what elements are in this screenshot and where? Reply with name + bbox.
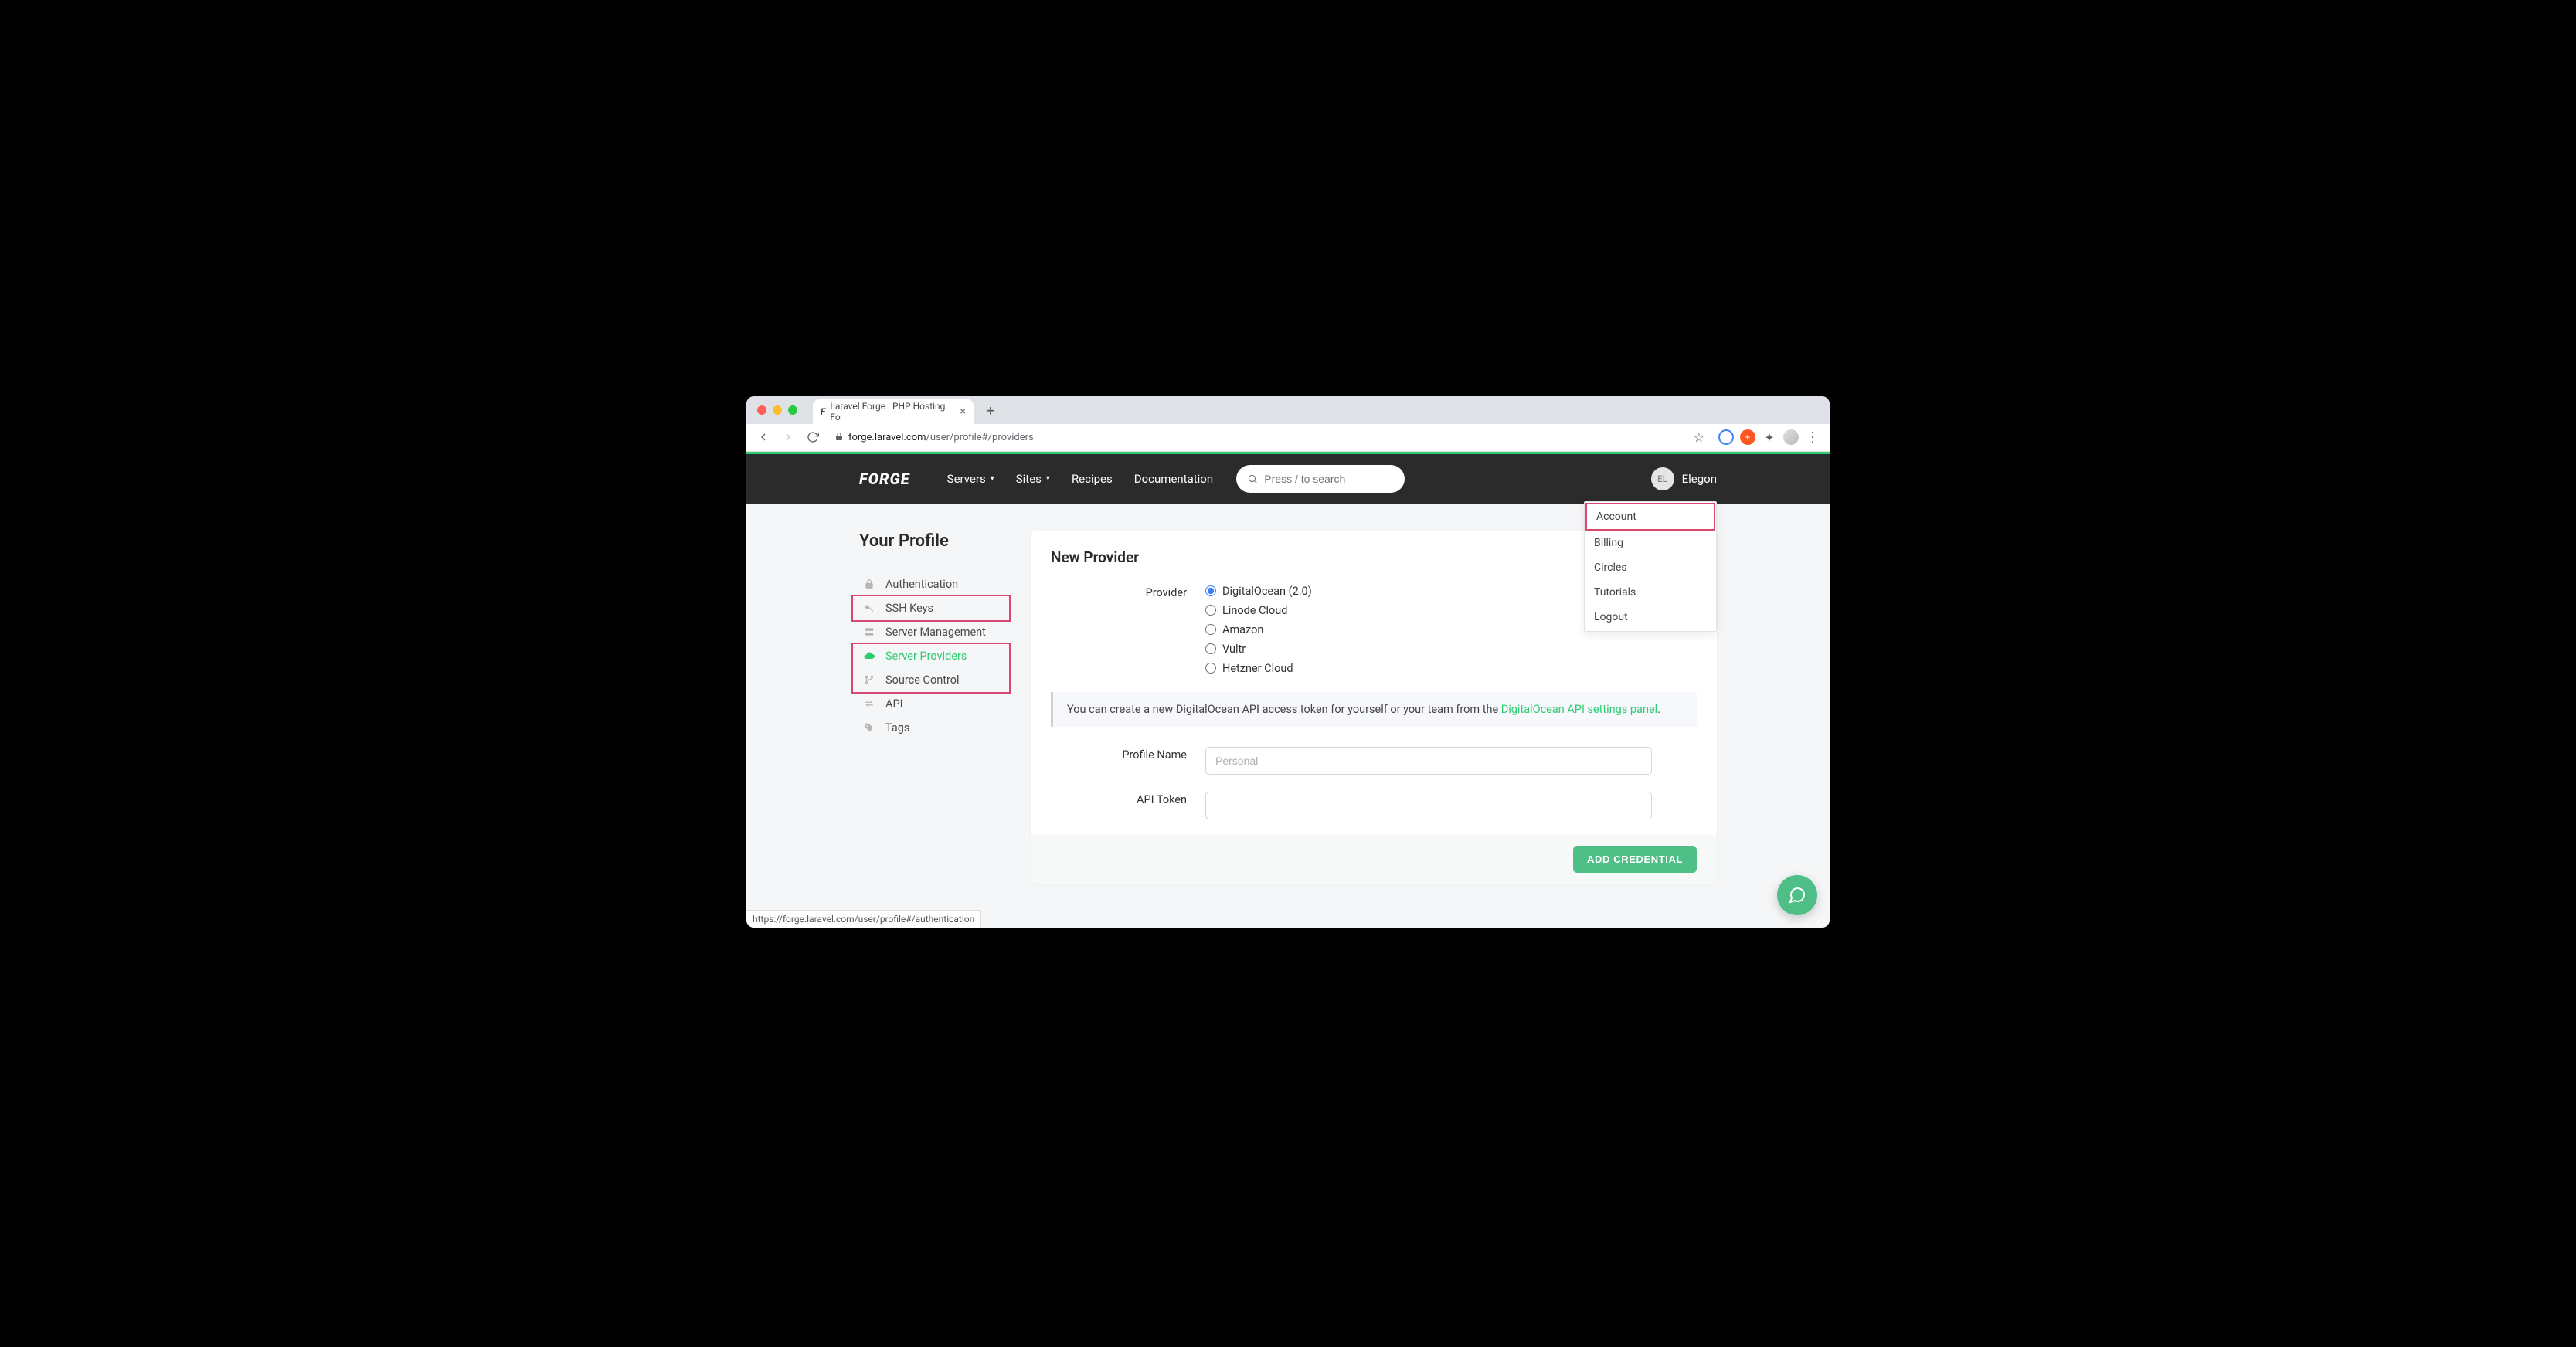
sidebar-item-label: API	[885, 697, 903, 711]
tab-close-icon[interactable]: ×	[960, 405, 966, 418]
extension-icons: + ✦ ⋮	[1715, 429, 1823, 445]
url-path: /user/profile#/providers	[926, 432, 1034, 443]
sidebar-item-label: Tags	[885, 721, 909, 735]
address-bar[interactable]: forge.laravel.com/user/profile#/provider…	[827, 426, 1712, 448]
new-tab-button[interactable]: +	[980, 401, 1001, 422]
radio-input[interactable]	[1205, 585, 1216, 596]
search-input[interactable]	[1264, 473, 1394, 485]
api-token-label: API Token	[1051, 792, 1205, 806]
hint-link[interactable]: DigitalOcean API settings panel	[1501, 703, 1657, 716]
chat-icon	[1788, 886, 1806, 904]
tag-icon	[862, 722, 876, 733]
status-bar-url: https://forge.laravel.com/user/profile#/…	[746, 910, 981, 928]
browser-window: F Laravel Forge | PHP Hosting Fo × + for…	[746, 396, 1830, 928]
browser-tab[interactable]: F Laravel Forge | PHP Hosting Fo ×	[813, 399, 974, 424]
user-dropdown: Account Billing Circles Tutorials Logout	[1584, 501, 1717, 632]
user-menu[interactable]: EL Elegon Account Billing Circles Tutori…	[1651, 467, 1717, 490]
profile-name-label: Profile Name	[1051, 747, 1205, 762]
arrows-icon	[862, 698, 876, 709]
back-button[interactable]	[753, 426, 774, 448]
sidebar-item-label: Server Management	[885, 626, 986, 639]
dropdown-logout[interactable]: Logout	[1585, 605, 1716, 629]
forward-button[interactable]	[777, 426, 799, 448]
sidebar-item-authentication[interactable]: Authentication	[859, 572, 1006, 596]
nav-sites[interactable]: Sites	[1016, 472, 1050, 486]
profile-avatar-icon[interactable]	[1783, 429, 1799, 445]
favicon-icon: F	[821, 406, 825, 417]
browser-toolbar: forge.laravel.com/user/profile#/provider…	[746, 424, 1830, 452]
lock-icon	[834, 432, 844, 443]
sidebar-item-source-control[interactable]: Source Control	[859, 668, 1006, 692]
radio-vultr[interactable]: Vultr	[1205, 643, 1652, 656]
logo[interactable]: FORGE	[859, 470, 910, 488]
search-icon	[1247, 473, 1258, 485]
sidebar-item-api[interactable]: API	[859, 692, 1006, 716]
browser-menu-icon[interactable]: ⋮	[1805, 429, 1820, 445]
help-fab[interactable]	[1777, 875, 1817, 915]
sidebar-item-server-management[interactable]: Server Management	[859, 620, 1006, 644]
search-box[interactable]	[1236, 465, 1405, 493]
nav-servers[interactable]: Servers	[947, 472, 994, 486]
dropdown-tutorials[interactable]: Tutorials	[1585, 580, 1716, 605]
user-name: Elegon	[1682, 472, 1717, 486]
radio-input[interactable]	[1205, 605, 1216, 616]
dropdown-billing[interactable]: Billing	[1585, 531, 1716, 555]
sidebar-item-label: SSH Keys	[885, 602, 933, 615]
sidebar-item-ssh-keys[interactable]: SSH Keys	[859, 596, 1006, 620]
minimize-window-icon[interactable]	[773, 405, 782, 415]
sidebar-item-tags[interactable]: Tags	[859, 716, 1006, 740]
hint-box: You can create a new DigitalOcean API ac…	[1051, 692, 1697, 727]
window-controls	[757, 405, 797, 415]
radio-input[interactable]	[1205, 663, 1216, 674]
branch-icon	[862, 674, 876, 685]
radio-input[interactable]	[1205, 624, 1216, 635]
url-host: forge.laravel.com	[848, 432, 926, 443]
page-title: Your Profile	[859, 531, 1006, 551]
api-token-input[interactable]	[1205, 792, 1652, 819]
radio-hetzner[interactable]: Hetzner Cloud	[1205, 662, 1652, 675]
dropdown-account[interactable]: Account	[1585, 503, 1715, 531]
lock-icon	[862, 578, 876, 589]
radio-input[interactable]	[1205, 643, 1216, 654]
sidebar-item-label: Authentication	[885, 578, 958, 591]
sidebar-item-server-providers[interactable]: Server Providers	[859, 644, 1006, 668]
browser-tab-strip: F Laravel Forge | PHP Hosting Fo × +	[746, 396, 1830, 424]
provider-label: Provider	[1051, 585, 1205, 599]
cloud-icon	[862, 650, 876, 662]
extensions-menu-icon[interactable]: ✦	[1762, 429, 1777, 445]
close-window-icon[interactable]	[757, 405, 766, 415]
tab-title: Laravel Forge | PHP Hosting Fo	[830, 401, 955, 422]
sidebar-item-label: Source Control	[885, 674, 960, 687]
dropdown-circles[interactable]: Circles	[1585, 555, 1716, 580]
nav-recipes[interactable]: Recipes	[1072, 472, 1113, 486]
avatar: EL	[1651, 467, 1674, 490]
main-nav: Servers Sites Recipes Documentation	[947, 472, 1213, 486]
bookmark-icon[interactable]: ☆	[1694, 430, 1704, 445]
card-footer: ADD CREDENTIAL	[1031, 835, 1717, 884]
sidebar: Your Profile Authentication SSH Keys	[859, 531, 1006, 740]
nav-documentation[interactable]: Documentation	[1134, 472, 1213, 486]
extension-icon[interactable]	[1718, 429, 1734, 445]
key-icon	[862, 602, 876, 613]
extension-icon[interactable]: +	[1740, 429, 1755, 445]
sidebar-item-label: Server Providers	[885, 650, 967, 663]
reload-button[interactable]	[802, 426, 824, 448]
profile-name-input[interactable]	[1205, 747, 1652, 775]
maximize-window-icon[interactable]	[788, 405, 797, 415]
add-credential-button[interactable]: ADD CREDENTIAL	[1573, 846, 1697, 873]
server-icon	[862, 626, 876, 637]
app-header: FORGE Servers Sites Recipes Documentatio…	[746, 454, 1830, 504]
